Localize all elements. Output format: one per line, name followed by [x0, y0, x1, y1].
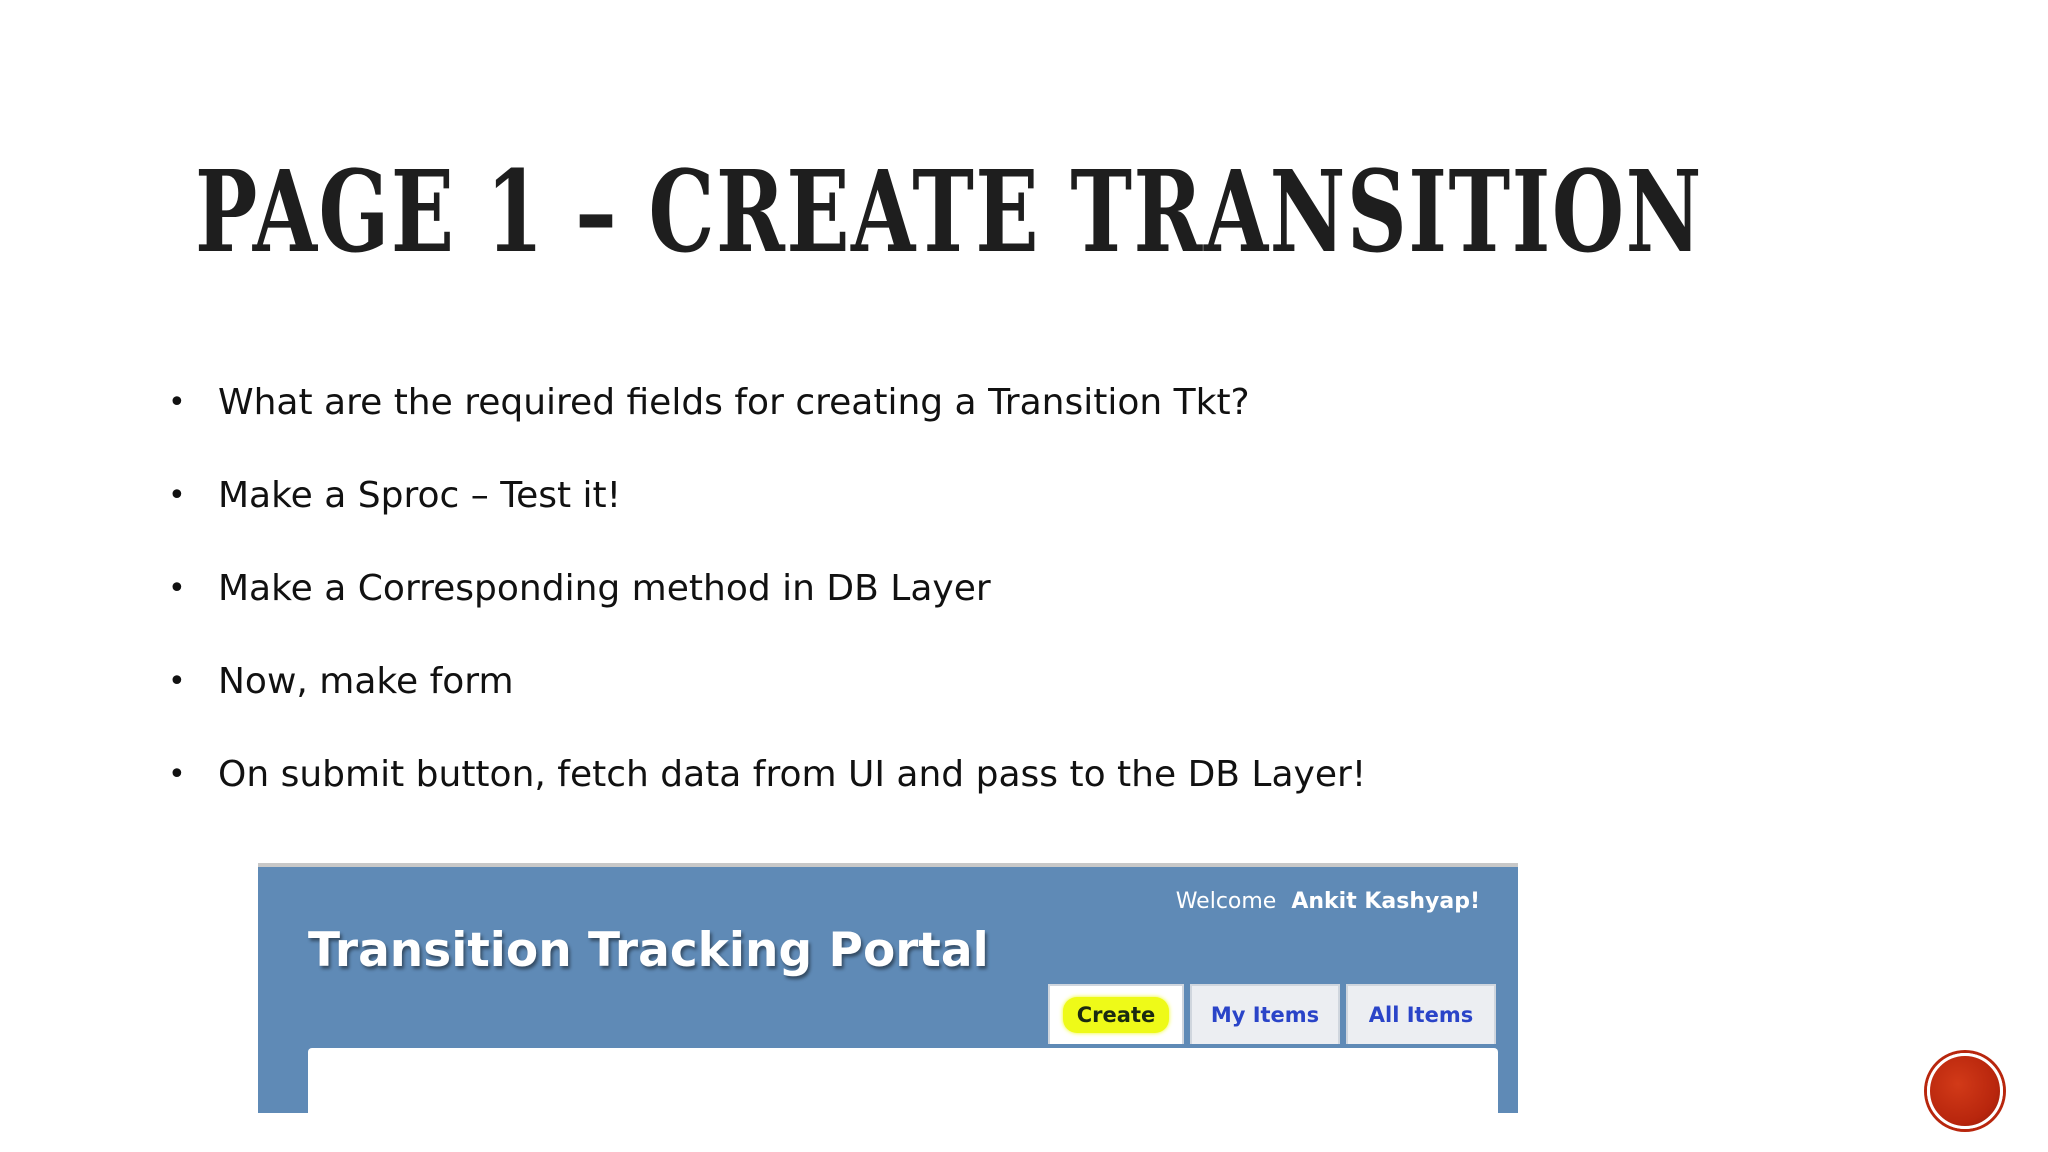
bullet-text: Make a Sproc – Test it! [218, 475, 622, 516]
bullet-text: Make a Corresponding method in DB Layer [218, 568, 991, 609]
bullet-item: • Now, make form [160, 654, 1366, 747]
bullet-item: • What are the required fields for creat… [160, 375, 1366, 468]
bullet-item: • On submit button, fetch data from UI a… [160, 747, 1366, 840]
bullet-text: What are the required fields for creatin… [218, 382, 1250, 423]
bullet-list: • What are the required fields for creat… [160, 375, 1366, 840]
bullet-icon: • [168, 385, 186, 420]
tab-all-items-label: All Items [1368, 1003, 1474, 1027]
tab-my-items[interactable]: My Items [1190, 984, 1340, 1044]
portal-tab-bar: Create My Items All Items [1048, 984, 1496, 1044]
bullet-text: Now, make form [218, 661, 514, 702]
portal-title: Transition Tracking Portal [308, 923, 989, 978]
bullet-item: • Make a Sproc – Test it! [160, 468, 1366, 561]
bullet-icon: • [168, 757, 186, 792]
tab-create-label: Create [1062, 997, 1170, 1033]
welcome-prefix: Welcome [1175, 889, 1277, 914]
bullet-item: • Make a Corresponding method in DB Laye… [160, 561, 1366, 654]
slide-title: Page 1 – Create Transition [195, 147, 1703, 278]
portal-content-panel [308, 1048, 1498, 1113]
bullet-icon: • [168, 478, 186, 513]
portal-screenshot: Welcome Ankit Kashyap! Transition Tracki… [258, 863, 1518, 1113]
welcome-user-name: Ankit Kashyap! [1291, 889, 1480, 914]
bullet-icon: • [168, 571, 186, 606]
presentation-slide: Page 1 – Create Transition • What are th… [0, 0, 2048, 1152]
bullet-text: On submit button, fetch data from UI and… [218, 754, 1367, 795]
tab-my-items-label: My Items [1210, 1003, 1320, 1027]
tab-all-items[interactable]: All Items [1346, 984, 1496, 1044]
record-button-icon[interactable] [1927, 1053, 2003, 1129]
welcome-message: Welcome Ankit Kashyap! [1176, 887, 1480, 917]
bullet-icon: • [168, 664, 186, 699]
tab-create[interactable]: Create [1048, 984, 1184, 1044]
